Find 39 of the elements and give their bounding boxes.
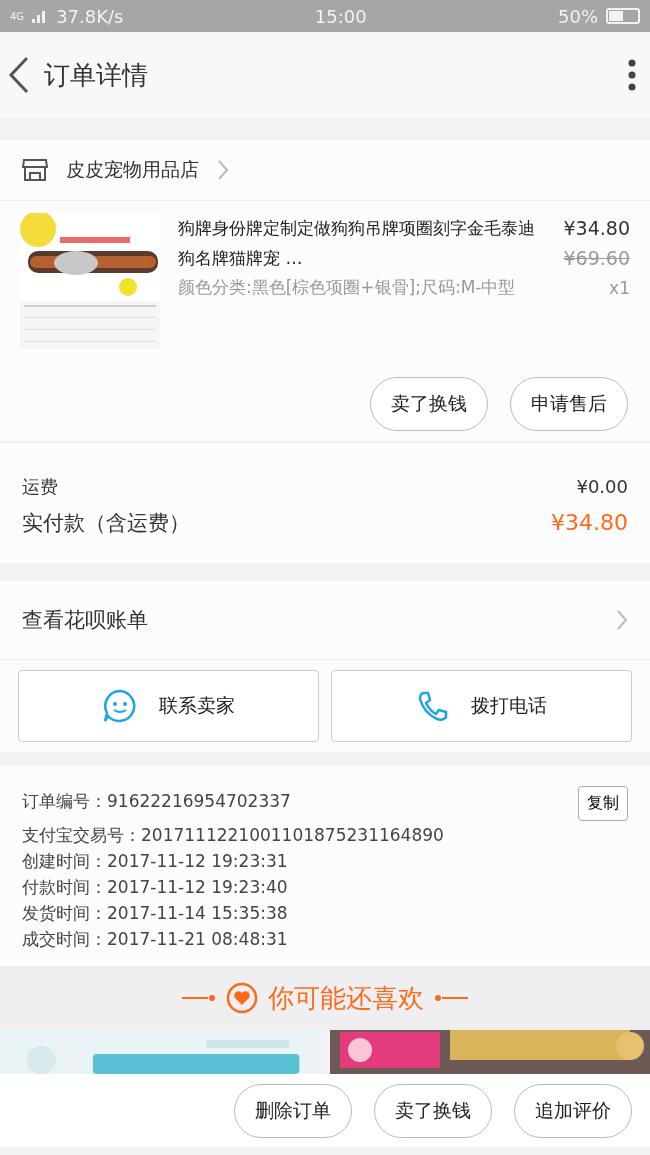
action-button[interactable]: 卖了换钱 bbox=[370, 377, 488, 431]
contact-seller-button[interactable]: 联系卖家 bbox=[18, 670, 319, 742]
divider-right-icon bbox=[434, 994, 468, 1002]
order-info-line: 付款时间：2017-11-12 19:23:40 bbox=[22, 876, 288, 899]
product-title[interactable]: 狗牌身份牌定制定做狗狗吊牌项圈刻字金毛泰迪狗名牌猫牌宠 … bbox=[178, 213, 546, 273]
phone-icon bbox=[416, 690, 449, 722]
clock: 15:00 bbox=[314, 5, 367, 27]
divider-left-icon bbox=[182, 994, 216, 1002]
cost-label: 实付款（含运费） bbox=[22, 510, 190, 537]
back-icon[interactable] bbox=[8, 56, 30, 94]
call-button[interactable]: 拨打电话 bbox=[331, 670, 632, 742]
product-spec: 颜色分类:黑色[棕色项圈+银骨];尺码:M-中型 bbox=[178, 276, 517, 299]
quantity: x1 bbox=[608, 277, 630, 300]
copy-button[interactable]: 复制 bbox=[578, 786, 628, 821]
huabei-bill-link[interactable]: 查看花呗账单 bbox=[22, 606, 148, 634]
order-info-line: 创建时间：2017-11-12 19:23:31 bbox=[22, 850, 288, 873]
store-icon bbox=[22, 158, 48, 182]
order-info-line: 支付宝交易号：2017111221001101875231164890 bbox=[22, 824, 444, 847]
cost-value: ¥34.80 bbox=[551, 509, 628, 537]
network-speed: 37.8K/s bbox=[56, 5, 124, 27]
order-info-line: 成交时间：2017-11-21 08:48:31 bbox=[22, 928, 288, 951]
action-button[interactable]: 删除订单 bbox=[234, 1083, 352, 1138]
product-price: ¥34.80 bbox=[563, 216, 630, 241]
order-info-line: 发货时间：2017-11-14 15:35:38 bbox=[22, 902, 288, 925]
chat-icon bbox=[102, 689, 137, 723]
shop-name[interactable]: 皮皮宠物用品店 bbox=[66, 157, 199, 183]
battery-icon bbox=[606, 8, 640, 24]
battery-percentage: 50% bbox=[558, 5, 598, 27]
recommend-title: 你可能还喜欢 bbox=[268, 981, 424, 1015]
action-button[interactable]: 追加评价 bbox=[514, 1083, 632, 1138]
cost-value: ¥0.00 bbox=[576, 475, 628, 499]
network-indicator: 4G bbox=[10, 10, 25, 22]
more-icon[interactable] bbox=[628, 59, 636, 91]
order-info-line: 订单编号：91622216954702337 bbox=[22, 790, 291, 813]
action-button[interactable]: 卖了换钱 bbox=[374, 1083, 492, 1138]
cost-label: 运费 bbox=[22, 475, 58, 499]
page-title: 订单详情 bbox=[44, 58, 149, 92]
action-button[interactable]: 申请售后 bbox=[510, 377, 628, 431]
original-price: ¥69.60 bbox=[563, 246, 630, 271]
